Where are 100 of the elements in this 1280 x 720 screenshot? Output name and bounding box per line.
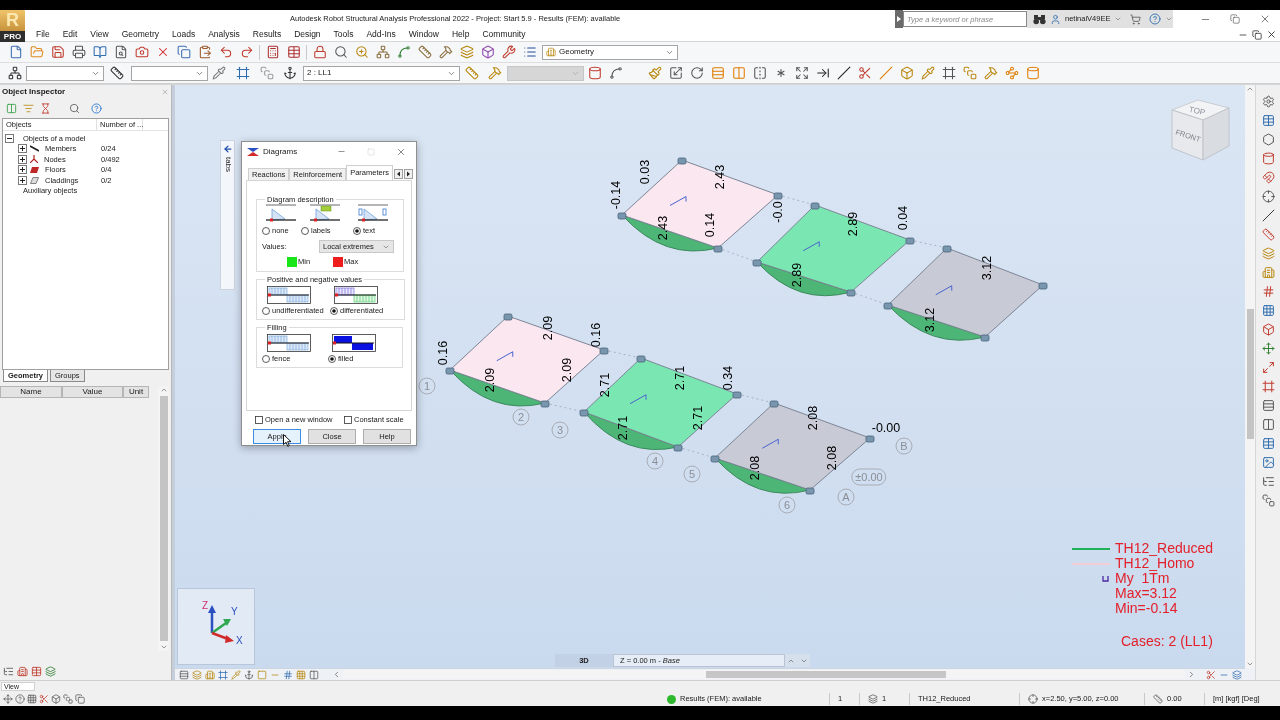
scissors-icon[interactable] — [857, 66, 872, 80]
magnet-icon[interactable] — [1261, 171, 1275, 184]
curve-icon[interactable] — [396, 45, 411, 59]
open-book-icon[interactable] — [92, 45, 107, 59]
hexagon-icon[interactable] — [1261, 133, 1275, 146]
menu-item[interactable]: File — [36, 30, 50, 39]
ruler-icon[interactable] — [1261, 228, 1275, 241]
tree-toggle-icon[interactable] — [5, 133, 14, 143]
list-icon[interactable] — [522, 45, 537, 59]
vertical-scrollbar[interactable] — [158, 386, 169, 651]
column-header[interactable]: Name — [0, 386, 62, 398]
layers-icon[interactable] — [1261, 247, 1275, 260]
menu-item[interactable]: Design — [294, 30, 321, 39]
rotate-icon[interactable] — [689, 66, 704, 80]
table-icon[interactable] — [286, 45, 301, 59]
scrollbar-thumb[interactable] — [1246, 309, 1254, 439]
side-tab[interactable]: tabs — [220, 140, 235, 290]
horizontal-scrollbar[interactable] — [343, 670, 1185, 679]
copy-icon[interactable] — [74, 694, 85, 704]
radio-button[interactable] — [330, 307, 338, 315]
scroll-down-icon[interactable] — [1246, 660, 1254, 668]
search-icon[interactable] — [68, 102, 80, 114]
stacked-squares-icon[interactable] — [62, 694, 73, 704]
network-icon[interactable] — [8, 66, 22, 80]
hammer-icon[interactable] — [983, 66, 998, 80]
radio-button[interactable] — [328, 355, 336, 363]
close-icon[interactable] — [1259, 13, 1271, 25]
scaling-icon[interactable] — [668, 66, 683, 80]
menu-item[interactable]: Results — [252, 30, 282, 39]
waypoints-icon[interactable] — [1004, 66, 1019, 80]
pipette-icon[interactable] — [920, 66, 935, 80]
scissors-icon[interactable] — [38, 694, 49, 704]
hammer-icon[interactable] — [438, 45, 453, 59]
checkbox[interactable] — [255, 416, 263, 424]
wrench-icon[interactable] — [501, 45, 516, 59]
tree-toggle-icon[interactable] — [18, 175, 27, 185]
camera-icon[interactable] — [134, 45, 149, 59]
scroll-right-icon[interactable] — [404, 169, 413, 179]
rows-icon[interactable] — [710, 66, 725, 80]
mirror-icon[interactable] — [752, 66, 767, 80]
zoom-in-icon[interactable] — [354, 45, 369, 59]
calculator-icon[interactable] — [265, 45, 280, 59]
layers-icon[interactable] — [1232, 669, 1242, 680]
stacked-squares-icon[interactable] — [962, 66, 977, 80]
undo-icon[interactable] — [218, 45, 233, 59]
menu-item[interactable]: Window — [408, 30, 439, 39]
arrow-left-icon[interactable] — [222, 144, 233, 154]
columns-icon[interactable] — [5, 102, 17, 114]
stacked-squares-icon[interactable] — [1261, 494, 1275, 507]
cylinder-icon[interactable] — [1025, 66, 1040, 80]
move-icon[interactable] — [1261, 342, 1275, 355]
help-icon[interactable] — [90, 102, 102, 114]
restore-icon[interactable] — [1252, 29, 1262, 40]
expand-icon[interactable] — [794, 66, 809, 80]
building-icon[interactable] — [205, 669, 215, 680]
scrollbar-thumb[interactable] — [159, 396, 168, 641]
hourglass-icon[interactable] — [39, 102, 51, 114]
columns-icon[interactable] — [1261, 418, 1275, 431]
move-icon[interactable] — [2, 694, 13, 704]
radio-button[interactable] — [262, 355, 270, 363]
caret-icon[interactable] — [1114, 15, 1123, 23]
arrow-to-line-icon[interactable] — [815, 66, 830, 80]
rows-icon[interactable] — [179, 669, 189, 680]
grid-icon[interactable] — [26, 694, 37, 704]
tree-toggle-icon[interactable] — [18, 165, 27, 175]
menu-item[interactable]: Loads — [171, 30, 196, 39]
scroll-up-icon[interactable] — [159, 386, 168, 394]
user-icon[interactable] — [1050, 13, 1061, 25]
page-magnifier-icon[interactable] — [113, 45, 128, 59]
scroll-left-icon[interactable] — [394, 169, 403, 179]
menu-item[interactable]: Edit — [62, 30, 78, 39]
crosshair-icon[interactable] — [1261, 190, 1275, 203]
restore-icon[interactable] — [1230, 14, 1240, 24]
radio-button[interactable] — [353, 227, 361, 235]
frame-icon[interactable] — [941, 66, 956, 80]
scissors-icon[interactable] — [1206, 669, 1216, 680]
open-folder-icon[interactable] — [29, 45, 44, 59]
hammer-icon[interactable] — [487, 66, 502, 80]
cylinder-icon[interactable] — [1261, 152, 1275, 165]
color-swatch[interactable] — [333, 257, 343, 267]
image-icon[interactable] — [1261, 456, 1275, 469]
grid-icon[interactable] — [296, 669, 306, 680]
menu-item[interactable]: View — [90, 30, 109, 39]
help-icon[interactable] — [14, 694, 25, 704]
hash-icon[interactable] — [283, 669, 293, 680]
redo-icon[interactable] — [239, 45, 254, 59]
color-swatch[interactable] — [287, 257, 297, 267]
binoculars-icon[interactable] — [1033, 13, 1046, 25]
cylinder-icon[interactable] — [587, 66, 602, 80]
help-icon[interactable] — [1149, 13, 1162, 25]
building-icon[interactable] — [546, 47, 556, 57]
menu-item[interactable]: Help — [452, 30, 470, 39]
box-icon[interactable] — [899, 66, 914, 80]
ruler-icon[interactable] — [110, 66, 124, 80]
column-header[interactable]: Value — [62, 386, 123, 398]
layers-icon[interactable] — [459, 45, 474, 59]
filter-icon[interactable] — [22, 102, 34, 114]
grid-icon[interactable] — [1261, 304, 1275, 317]
caret-icon[interactable] — [1165, 15, 1174, 23]
paintbrush-icon[interactable] — [647, 66, 662, 80]
